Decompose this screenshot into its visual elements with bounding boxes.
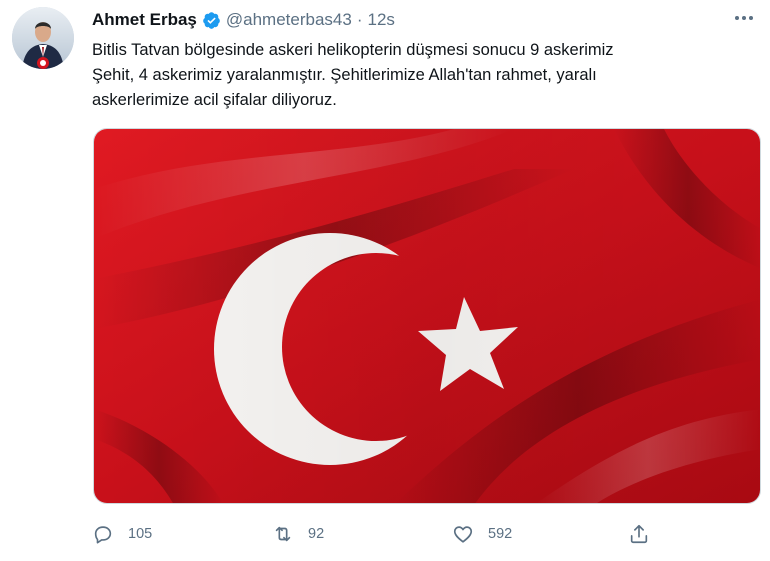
share-button[interactable] [628, 523, 650, 545]
reply-count: 105 [128, 526, 153, 542]
share-icon [630, 524, 648, 544]
like-button[interactable]: 592 [452, 523, 512, 545]
timestamp[interactable]: 12s [368, 10, 395, 30]
tweet-media-image[interactable] [93, 128, 761, 504]
retweet-button[interactable]: 92 [272, 523, 324, 545]
tweet[interactable]: Ahmet Erbaş @ahmeterbas43 · 12s Bitlis T… [0, 0, 770, 561]
avatar[interactable] [12, 7, 74, 69]
tweet-text: Bitlis Tatvan bölgesinde askeri helikopt… [92, 41, 614, 109]
like-count: 592 [488, 526, 513, 542]
avatar-image [12, 7, 74, 69]
turkish-flag-image [94, 129, 760, 503]
heart-icon [453, 526, 473, 543]
reply-button[interactable]: 105 [92, 523, 152, 545]
verified-badge-icon [202, 11, 221, 30]
more-options-button[interactable] [730, 6, 758, 30]
tweet-header: Ahmet Erbaş @ahmeterbas43 · 12s [92, 10, 395, 30]
user-handle[interactable]: @ahmeterbas43 [226, 10, 352, 30]
tweet-actions: 105 92 592 [92, 523, 662, 551]
retweet-icon [275, 526, 291, 542]
more-dots-icon [735, 16, 753, 20]
separator-dot: · [356, 10, 363, 29]
retweet-count: 92 [308, 526, 325, 542]
reply-icon [94, 526, 112, 544]
display-name[interactable]: Ahmet Erbaş [92, 10, 197, 30]
